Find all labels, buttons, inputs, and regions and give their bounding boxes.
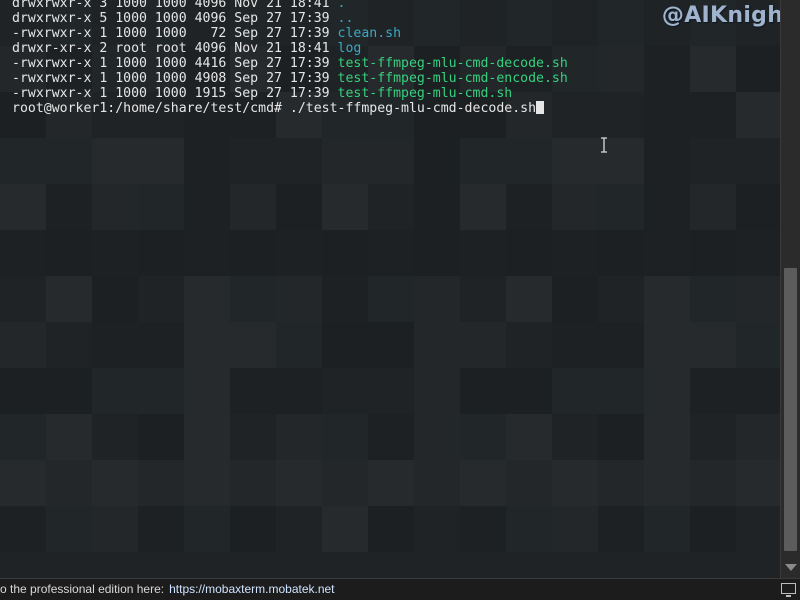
listing-line: -rwxrwxr-x 1 1000 1000 4416 Sep 27 17:39… xyxy=(0,56,568,71)
monitor-icon[interactable] xyxy=(781,583,796,597)
file-name: log xyxy=(337,41,362,56)
file-metadata: -rwxrwxr-x 1 1000 1000 1915 Sep 27 17:39 xyxy=(12,86,338,101)
terminal-cursor xyxy=(536,101,545,114)
listing-line: -rwxrwxr-x 1 1000 1000 4908 Sep 27 17:39… xyxy=(0,71,568,86)
status-bar: o the professional edition here: https://… xyxy=(0,578,800,600)
file-metadata: drwxr-xr-x 2 root root 4096 Nov 21 18:41 xyxy=(12,41,338,56)
scroll-down-arrow-icon[interactable] xyxy=(785,564,797,571)
file-metadata: -rwxrwxr-x 1 1000 1000 72 Sep 27 17:39 xyxy=(12,26,338,41)
listing-line: -rwxrwxr-x 1 1000 1000 72 Sep 27 17:39 c… xyxy=(0,26,568,41)
file-name: clean.sh xyxy=(337,26,402,41)
listing-line: drwxr-xr-x 2 root root 4096 Nov 21 18:41… xyxy=(0,41,568,56)
status-promo-text: o the professional edition here: xyxy=(0,582,165,596)
listing-line: drwxrwxr-x 3 1000 1000 4096 Nov 21 18:41… xyxy=(0,0,568,11)
terminal-window[interactable]: drwxrwxr-x 3 1000 1000 4096 Nov 21 18:41… xyxy=(0,0,780,578)
file-metadata: drwxrwxr-x 5 1000 1000 4096 Sep 27 17:39 xyxy=(12,11,338,26)
scrollbar-thumb[interactable] xyxy=(784,268,797,551)
typed-command: ./test-ffmpeg-mlu-cmd-decode.sh xyxy=(289,101,537,116)
shell-prompt: root@worker1:/home/share/test/cmd# xyxy=(12,101,290,116)
listing-line: drwxrwxr-x 5 1000 1000 4096 Sep 27 17:39… xyxy=(0,11,568,26)
file-metadata: drwxrwxr-x 3 1000 1000 4096 Nov 21 18:41 xyxy=(12,0,338,11)
terminal-output: drwxrwxr-x 3 1000 1000 4096 Nov 21 18:41… xyxy=(0,0,568,116)
file-metadata: -rwxrwxr-x 1 1000 1000 4416 Sep 27 17:39 xyxy=(12,56,338,71)
vertical-scrollbar[interactable] xyxy=(780,0,800,578)
file-name: test-ffmpeg-mlu-cmd-decode.sh xyxy=(337,56,568,71)
status-link[interactable]: https://mobaxterm.mobatek.net xyxy=(169,582,334,596)
file-name: .. xyxy=(337,11,354,26)
listing-line: -rwxrwxr-x 1 1000 1000 1915 Sep 27 17:39… xyxy=(0,86,568,101)
status-message: o the professional edition here: https://… xyxy=(0,579,335,599)
watermark: @AIKnight xyxy=(661,3,794,28)
file-name: test-ffmpeg-mlu-cmd.sh xyxy=(337,86,513,101)
file-name: test-ffmpeg-mlu-cmd-encode.sh xyxy=(337,71,568,86)
file-metadata: -rwxrwxr-x 1 1000 1000 4908 Sep 27 17:39 xyxy=(12,71,338,86)
file-name: . xyxy=(337,0,346,11)
text-cursor-icon xyxy=(601,137,607,153)
command-line[interactable]: root@worker1:/home/share/test/cmd# ./tes… xyxy=(0,101,568,116)
